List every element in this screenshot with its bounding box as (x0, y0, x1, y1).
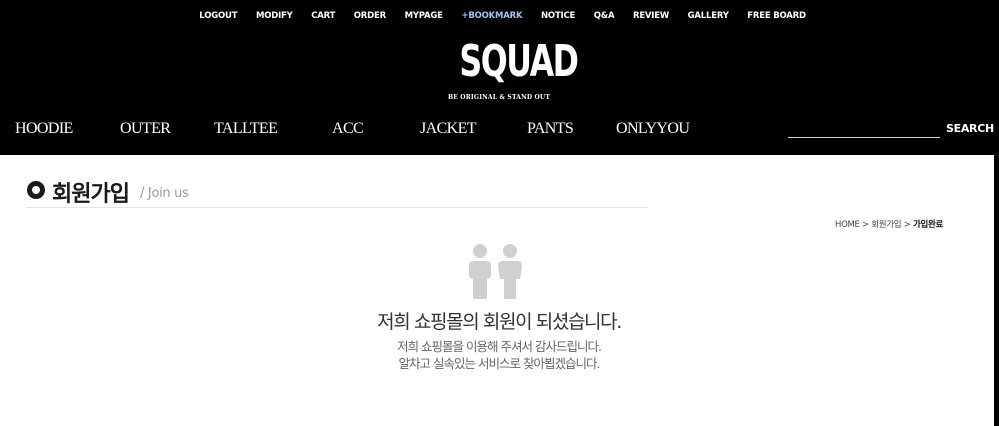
notice-link[interactable]: NOTICE (532, 11, 585, 21)
free-board-link[interactable]: FREE BOARD (738, 11, 815, 21)
top-utility-nav: LOGOUT MODIFY CART ORDER MYPAGE +BOOKMAR… (190, 11, 815, 21)
search-button[interactable]: SEARCH (946, 122, 994, 135)
nav-hoodie[interactable]: HOODIE (15, 120, 73, 138)
breadcrumb: HOME > 회원가입 > 가입완료 (835, 218, 943, 230)
page-title-bar: 회원가입 / Join us (26, 175, 648, 208)
completion-headline: 저희 쇼핑몰의 회원이 되셨습니다. (377, 311, 622, 333)
breadcrumb-join[interactable]: 회원가입 (871, 220, 901, 230)
qna-link[interactable]: Q&A (584, 11, 623, 21)
cart-link[interactable]: CART (302, 11, 345, 21)
breadcrumb-current: 가입완료 (912, 220, 944, 230)
logout-link[interactable]: LOGOUT (190, 11, 247, 21)
search-input[interactable] (788, 122, 940, 137)
logo-wordmark: SQUAD (459, 36, 579, 87)
nav-jacket[interactable]: JACKET (420, 120, 477, 138)
logo-tagline: BE ORIGINAL & STAND OUT (447, 94, 551, 101)
gallery-link[interactable]: GALLERY (678, 11, 738, 21)
ring-bullet-icon (27, 181, 45, 199)
search-underline (788, 137, 940, 138)
review-link[interactable]: REVIEW (624, 11, 679, 21)
nav-pants[interactable]: PANTS (527, 120, 574, 138)
site-logo[interactable]: SQUAD BE ORIGINAL & STAND OUT (444, 36, 579, 108)
nav-talltee[interactable]: TALLTEE (214, 120, 278, 138)
page-title: 회원가입 (52, 182, 130, 207)
page-subtitle: / Join us (140, 186, 189, 201)
modify-link[interactable]: MODIFY (247, 11, 302, 21)
nav-outer[interactable]: OUTER (120, 120, 171, 138)
breadcrumb-separator: > (859, 220, 872, 230)
people-icon (469, 244, 522, 299)
nav-onlyyou[interactable]: ONLYYOU (616, 120, 690, 138)
completion-message-line2: 알차고 실속있는 서비스로 찾아뵙겠습니다. (398, 356, 601, 371)
breadcrumb-home[interactable]: HOME (835, 220, 860, 230)
bookmark-link[interactable]: +BOOKMARK (452, 11, 532, 21)
page-edge-bar (994, 155, 999, 426)
nav-acc[interactable]: ACC (332, 120, 364, 138)
breadcrumb-separator: > (901, 220, 913, 230)
mypage-link[interactable]: MYPAGE (395, 11, 452, 21)
site-header: LOGOUT MODIFY CART ORDER MYPAGE +BOOKMAR… (0, 0, 999, 155)
order-link[interactable]: ORDER (344, 11, 395, 21)
